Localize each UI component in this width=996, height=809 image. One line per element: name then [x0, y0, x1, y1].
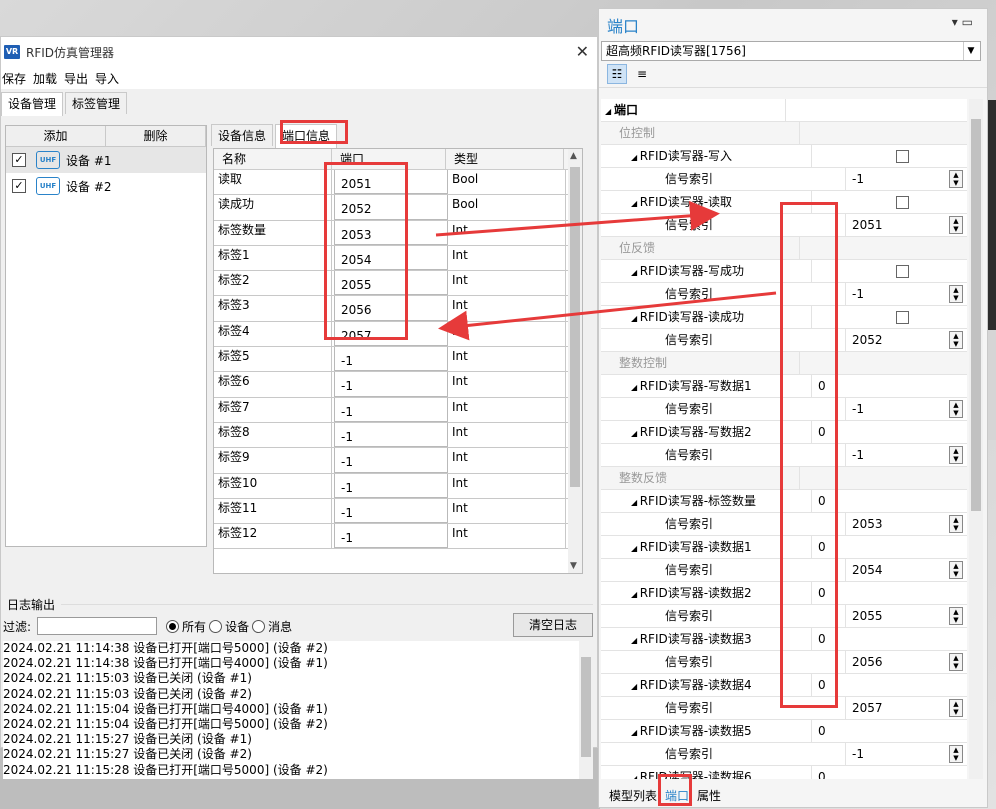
arrow-to-read-index [435, 200, 720, 237]
annotation-arrows [435, 200, 777, 341]
arrow-to-tag4 [438, 291, 777, 341]
